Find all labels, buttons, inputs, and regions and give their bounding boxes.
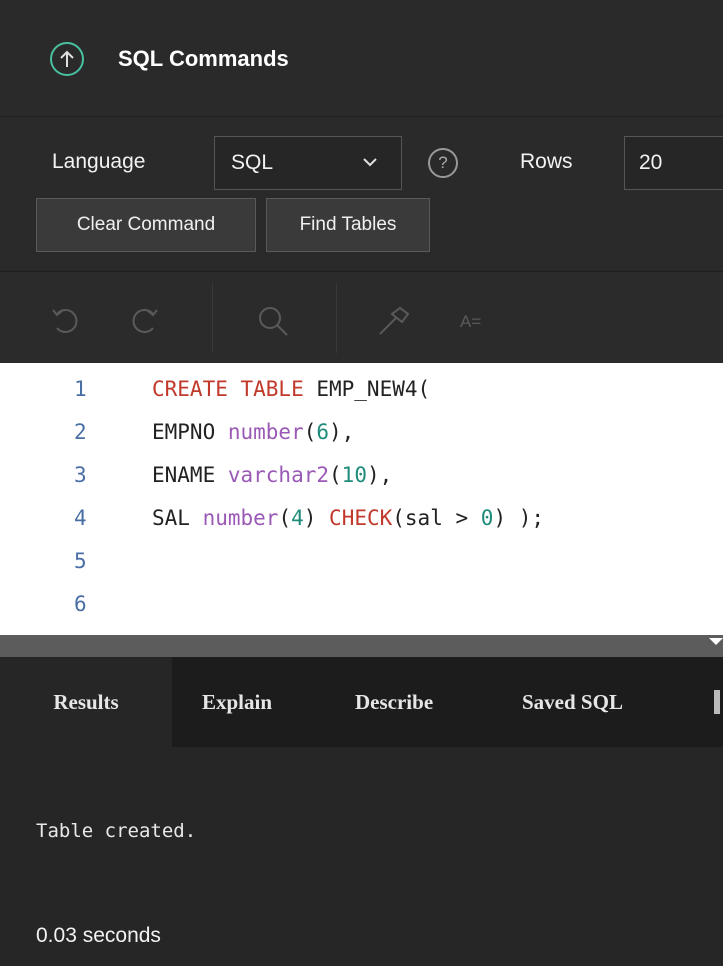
code-line: 2 EMPNO number(6), (0, 420, 723, 456)
code-token: ( (303, 420, 317, 444)
code-token: number (227, 420, 304, 444)
search-icon[interactable] (256, 304, 290, 343)
undo-icon[interactable] (50, 304, 82, 341)
code-token: ) ); (493, 506, 545, 530)
code-token: CREATE TABLE (152, 377, 304, 401)
arrow-up-circle-icon[interactable] (50, 42, 84, 76)
line-number: 5 (74, 549, 87, 573)
code-token: ENAME (152, 463, 228, 487)
help-icon[interactable]: ? (428, 148, 458, 178)
line-number: 2 (74, 420, 87, 444)
language-select-value: SQL (231, 151, 274, 174)
toolbar-divider (336, 283, 337, 353)
code-token: SAL (152, 506, 203, 530)
code-token: (sal > (392, 506, 481, 530)
find-tables-button[interactable]: Find Tables (266, 198, 430, 252)
page-title: SQL Commands (118, 46, 289, 71)
code-token: ), (366, 463, 393, 487)
result-message: Table created. (36, 820, 197, 842)
code-token: ( (278, 506, 292, 530)
code-line: 6 (0, 592, 723, 628)
editor-toolbar (0, 271, 723, 364)
code-token: 6 (316, 420, 330, 444)
panel-splitter[interactable] (0, 635, 723, 657)
code-token: 0 (480, 506, 494, 530)
code-text: ENAME varchar2(10), (152, 463, 392, 487)
format-text-icon[interactable]: A= (460, 312, 481, 332)
code-token: CHECK (329, 506, 393, 530)
code-text: CREATE TABLE EMP_NEW4( (152, 377, 430, 401)
code-text: EMPNO number(6), (152, 420, 354, 444)
code-token: EMPNO (152, 420, 228, 444)
chevron-down-icon (360, 152, 380, 177)
language-select[interactable]: SQL (214, 136, 402, 190)
tab-explain[interactable]: Explain (202, 657, 272, 747)
page-header (0, 0, 723, 117)
code-line: 4 SAL number(4) CHECK(sal > 0) ); (0, 506, 723, 542)
redo-icon[interactable] (128, 304, 160, 341)
rows-input-value: 20 (639, 151, 663, 174)
code-token: varchar2 (227, 463, 330, 487)
line-number: 4 (74, 506, 87, 530)
rows-input[interactable]: 20 (624, 136, 723, 190)
code-token: ( (329, 463, 342, 487)
code-editor[interactable]: 1 CREATE TABLE EMP_NEW4( 2 EMPNO number(… (0, 363, 723, 635)
line-number: 6 (74, 592, 87, 616)
code-line: 1 CREATE TABLE EMP_NEW4( (0, 377, 723, 413)
toolbar-divider (212, 283, 213, 353)
code-token: 10 (341, 463, 367, 487)
code-token: ) (303, 506, 330, 530)
line-number: 1 (74, 377, 87, 401)
code-text: SAL number(4) CHECK(sal > 0) ); (152, 506, 544, 530)
clear-command-button[interactable]: Clear Command (36, 198, 256, 252)
code-token: number (202, 506, 279, 530)
tab-results[interactable]: Results (0, 657, 172, 747)
tab-describe[interactable]: Describe (355, 657, 433, 747)
execution-time: 0.03 seconds (36, 924, 161, 947)
code-line: 3 ENAME varchar2(10), (0, 463, 723, 499)
line-number: 3 (74, 463, 87, 487)
code-token: ), (329, 420, 355, 444)
tab-saved-sql[interactable]: Saved SQL (522, 657, 623, 747)
code-line: 5 (0, 549, 723, 585)
code-token: 4 (291, 506, 304, 530)
tab-overflow[interactable] (714, 690, 720, 714)
language-label: Language (52, 150, 146, 173)
rows-label: Rows (520, 150, 573, 173)
code-token: EMP_NEW4( (303, 377, 431, 401)
hammer-icon[interactable] (376, 304, 412, 343)
caret-down-icon[interactable] (709, 635, 723, 653)
